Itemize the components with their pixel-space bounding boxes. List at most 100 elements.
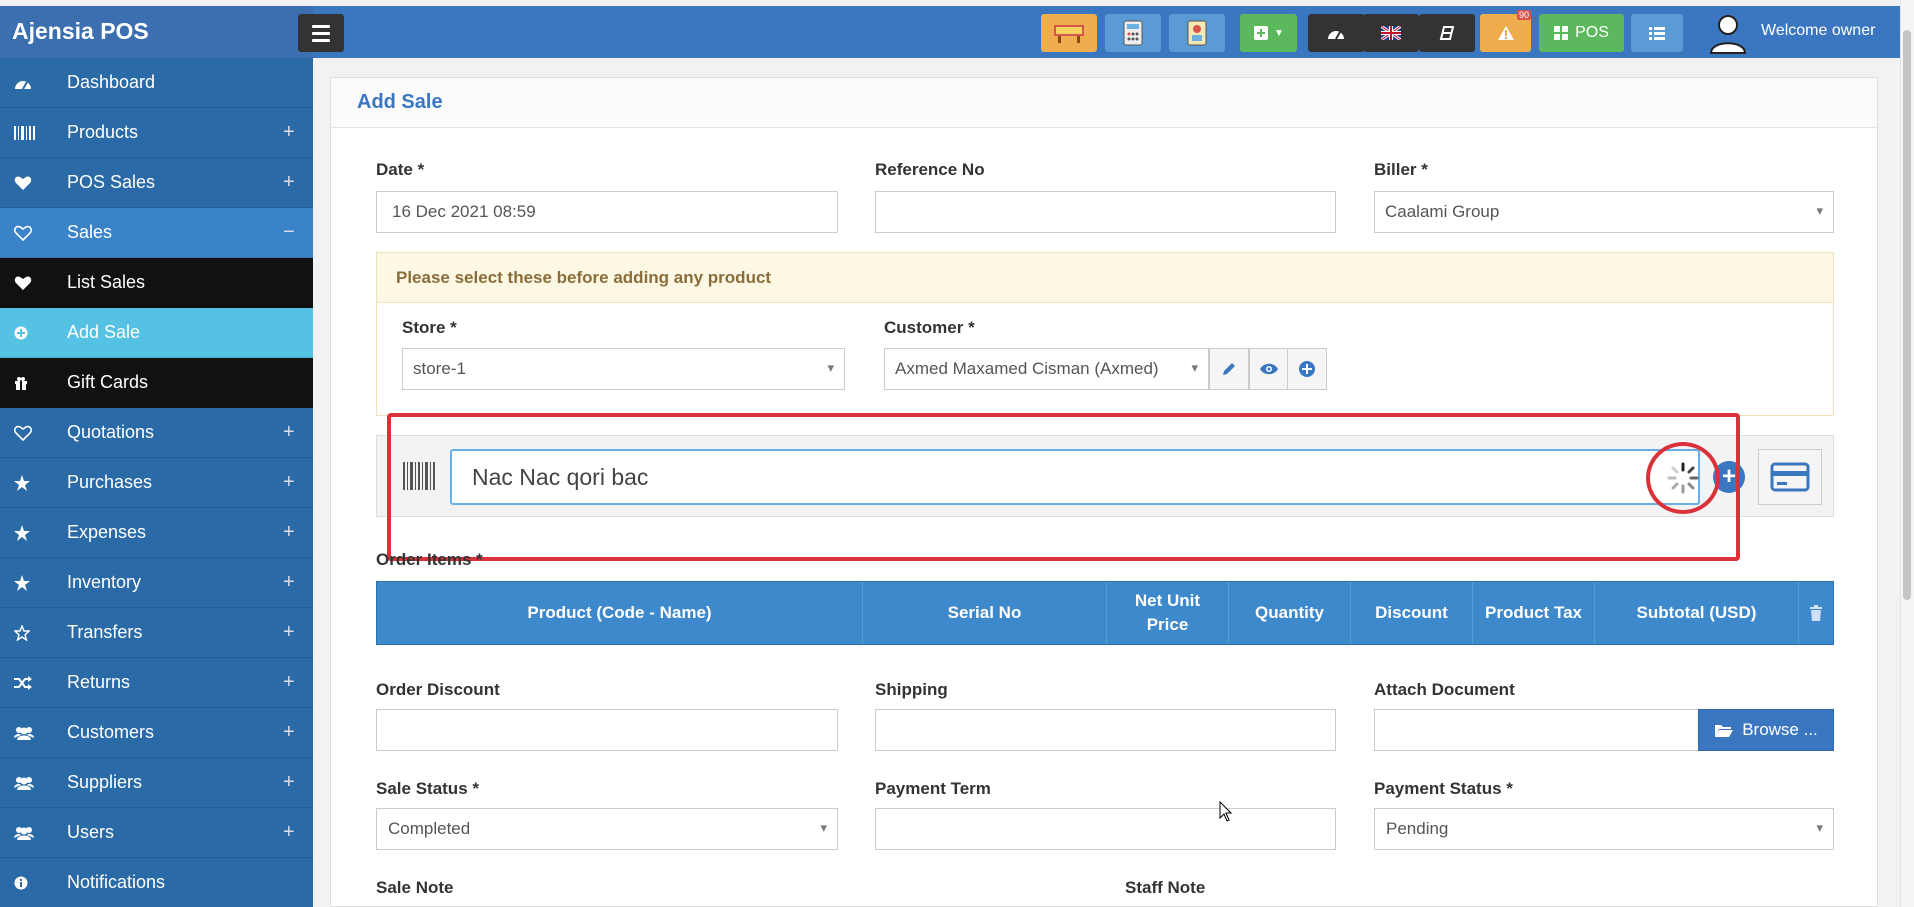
plus-circle-icon bbox=[0, 326, 67, 340]
dashboard-icon bbox=[1328, 31, 1344, 40]
add-new-dropdown-button[interactable]: ▼ bbox=[1240, 14, 1297, 52]
payment-status-label: Payment Status * bbox=[1374, 779, 1513, 798]
browse-button[interactable]: Browse ... bbox=[1698, 709, 1834, 751]
dashboard-button[interactable] bbox=[1308, 14, 1364, 52]
sidebar-item-quotations[interactable]: Quotations + bbox=[0, 408, 313, 458]
date-input[interactable]: 16 Dec 2021 08:59 bbox=[376, 191, 838, 233]
sidebar-item-list-sales[interactable]: List Sales bbox=[0, 258, 313, 308]
star-icon bbox=[0, 524, 67, 541]
trash-icon bbox=[1810, 605, 1822, 621]
payment-term-input[interactable] bbox=[875, 808, 1336, 850]
star-icon bbox=[0, 574, 67, 591]
order-items-table-header: Product (Code - Name) Serial No Net Unit… bbox=[376, 581, 1834, 645]
clear-cache-button[interactable] bbox=[1419, 14, 1475, 52]
sidebar-item-pos-sales[interactable]: POS Sales + bbox=[0, 158, 313, 208]
sidebar-item-label: Add Sale bbox=[67, 322, 141, 342]
sidebar-item-customers[interactable]: Customers + bbox=[0, 708, 313, 758]
alert-count-badge: 90 bbox=[1516, 10, 1531, 20]
welcome-text[interactable]: Welcome owner bbox=[1761, 22, 1875, 40]
user-avatar-icon[interactable] bbox=[1708, 12, 1748, 54]
col-discount: Discount bbox=[1351, 582, 1473, 644]
col-subtotal: Subtotal (USD) bbox=[1595, 582, 1799, 644]
barcode-icon bbox=[0, 125, 67, 140]
sidebar-item-users[interactable]: Users + bbox=[0, 808, 313, 858]
heart-icon bbox=[0, 175, 67, 191]
add-customer-button[interactable] bbox=[1287, 348, 1327, 390]
app-title[interactable]: Ajensia POS bbox=[0, 6, 313, 58]
sidebar-item-purchases[interactable]: Purchases + bbox=[0, 458, 313, 508]
sidebar-item-inventory[interactable]: Inventory + bbox=[0, 558, 313, 608]
warning-icon bbox=[1497, 26, 1514, 40]
sidebar-item-add-sale[interactable]: Add Sale bbox=[0, 308, 313, 358]
caret-down-icon: ▼ bbox=[1274, 27, 1284, 39]
heart-outline-icon bbox=[0, 225, 67, 241]
biller-select[interactable]: Caalami Group bbox=[1374, 191, 1834, 233]
calculator-button[interactable] bbox=[1105, 14, 1161, 52]
expand-icon: + bbox=[283, 671, 295, 693]
expand-icon: + bbox=[283, 821, 295, 843]
store-label: Store * bbox=[402, 318, 457, 337]
sidebar-item-label: List Sales bbox=[67, 272, 146, 292]
biller-value: Caalami Group bbox=[1385, 202, 1500, 221]
edit-customer-button[interactable] bbox=[1209, 348, 1249, 390]
store-select[interactable]: store-1 bbox=[402, 348, 845, 390]
sidebar-item-products[interactable]: Products + bbox=[0, 108, 313, 158]
view-customer-button[interactable] bbox=[1249, 348, 1289, 390]
payment-status-value: Pending bbox=[1386, 819, 1449, 838]
register-icon bbox=[1187, 20, 1207, 46]
language-button[interactable] bbox=[1363, 14, 1419, 52]
register-button[interactable] bbox=[1169, 14, 1225, 52]
shipping-input[interactable] bbox=[875, 709, 1336, 751]
gift-card-button[interactable] bbox=[1758, 449, 1822, 505]
shipping-label: Shipping bbox=[875, 680, 948, 699]
sale-status-select[interactable]: Completed bbox=[376, 808, 838, 850]
expand-icon: + bbox=[283, 121, 295, 143]
reference-input[interactable] bbox=[875, 191, 1336, 233]
plus-square-icon bbox=[1254, 26, 1269, 40]
pos-button[interactable]: POS bbox=[1539, 14, 1624, 52]
sidebar-item-returns[interactable]: Returns + bbox=[0, 658, 313, 708]
col-delete[interactable] bbox=[1799, 582, 1833, 644]
users-icon bbox=[0, 776, 67, 790]
th-large-icon bbox=[1554, 26, 1569, 40]
sidebar-item-label: Quotations bbox=[67, 422, 155, 442]
sidebar-item-dashboard[interactable]: Dashboard bbox=[0, 58, 313, 108]
reference-label: Reference No bbox=[875, 160, 985, 179]
list-view-button[interactable] bbox=[1631, 14, 1683, 52]
welcome-banner-button[interactable] bbox=[1041, 14, 1097, 52]
payment-status-select[interactable]: Pending bbox=[1374, 808, 1834, 850]
sidebar-item-expenses[interactable]: Expenses + bbox=[0, 508, 313, 558]
sidebar-item-label: Transfers bbox=[67, 622, 143, 642]
sidebar-item-label: Inventory bbox=[67, 572, 142, 592]
welcome-icon bbox=[1054, 25, 1084, 43]
col-product: Product (Code - Name) bbox=[377, 582, 863, 644]
alerts-button[interactable]: 90 bbox=[1480, 10, 1531, 52]
order-discount-input[interactable] bbox=[376, 709, 838, 751]
sidebar-item-sales[interactable]: Sales − bbox=[0, 208, 313, 258]
top-navbar: Ajensia POS ▼ 90 POS Welcome owner bbox=[0, 6, 1900, 58]
sidebar-item-suppliers[interactable]: Suppliers + bbox=[0, 758, 313, 808]
attach-document-label: Attach Document bbox=[1374, 680, 1515, 699]
heart-icon bbox=[0, 275, 67, 291]
col-product-tax: Product Tax bbox=[1473, 582, 1595, 644]
expand-icon: + bbox=[283, 421, 295, 443]
store-value: store-1 bbox=[413, 359, 466, 378]
mouse-cursor-icon bbox=[1219, 801, 1233, 822]
date-label: Date * bbox=[376, 160, 425, 179]
menu-toggle-button[interactable] bbox=[298, 14, 344, 52]
customer-select[interactable]: Axmed Maxamed Cisman (Axmed) bbox=[884, 348, 1209, 390]
expand-icon: + bbox=[283, 471, 295, 493]
attach-document-input[interactable] bbox=[1374, 709, 1699, 751]
pencil-icon bbox=[1223, 363, 1235, 375]
biller-label: Biller * bbox=[1374, 160, 1428, 179]
col-quantity: Quantity bbox=[1229, 582, 1351, 644]
sidebar: Dashboard Products + POS Sales + Sales − List S… bbox=[0, 58, 313, 907]
sidebar-item-label: Customers bbox=[67, 722, 155, 742]
sidebar-item-gift-cards[interactable]: Gift Cards bbox=[0, 358, 313, 408]
expand-icon: + bbox=[283, 571, 295, 593]
sidebar-item-notifications[interactable]: Notifications bbox=[0, 858, 313, 907]
expand-icon: + bbox=[283, 521, 295, 543]
sidebar-item-transfers[interactable]: Transfers + bbox=[0, 608, 313, 658]
scrollbar-thumb[interactable] bbox=[1903, 30, 1911, 600]
gift-icon bbox=[0, 376, 67, 390]
